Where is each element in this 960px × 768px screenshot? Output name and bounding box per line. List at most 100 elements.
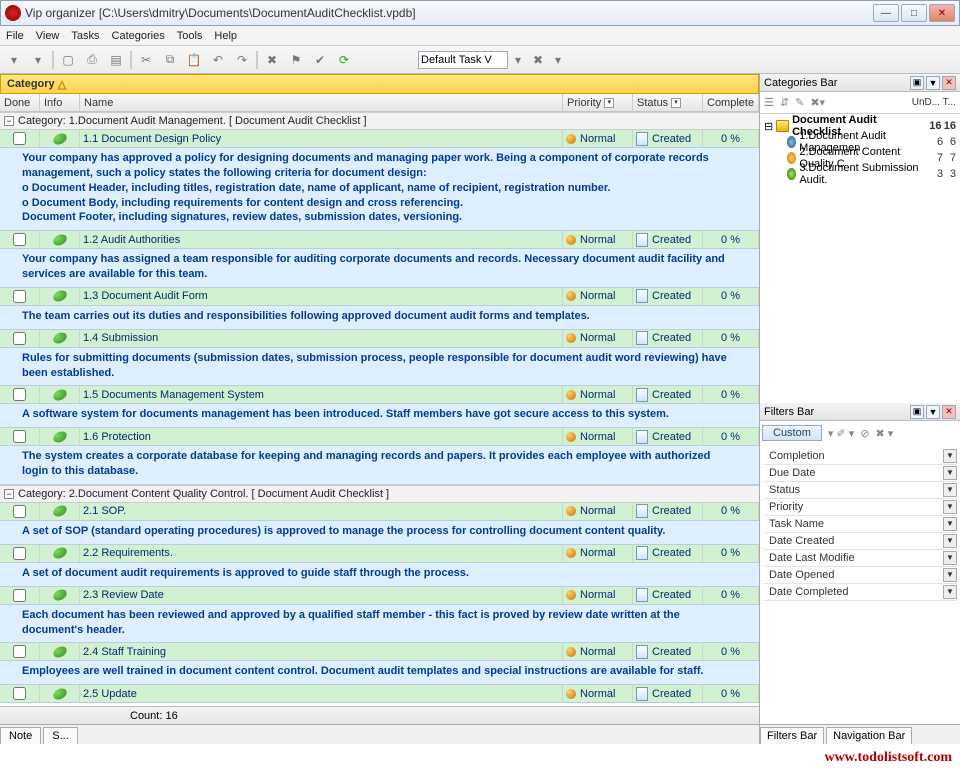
category-group-header[interactable]: Category △ <box>0 74 759 94</box>
tab-note[interactable]: Note <box>0 727 41 744</box>
header-status[interactable]: Status▾ <box>633 94 703 111</box>
print-icon[interactable]: ⎙ <box>82 50 102 70</box>
dropdown-icon[interactable]: ▼ <box>943 483 957 497</box>
done-checkbox[interactable] <box>13 290 26 303</box>
task-row[interactable]: 2.1 SOP.NormalCreated0 % <box>0 503 759 521</box>
header-complete[interactable]: Complete <box>703 94 759 111</box>
panel-collapse-icon[interactable]: ▼ <box>926 405 940 419</box>
task-mode-input[interactable] <box>418 51 508 69</box>
header-info[interactable]: Info <box>40 94 80 111</box>
dropdown-icon[interactable]: ▾ <box>671 98 681 108</box>
task-mode-combo[interactable]: ▾ ✖ ▾ <box>418 50 568 70</box>
dropdown-icon[interactable]: ▼ <box>943 449 957 463</box>
done-checkbox[interactable] <box>13 233 26 246</box>
filter-row[interactable]: Date Created▼ <box>763 533 957 550</box>
done-checkbox[interactable] <box>13 687 26 700</box>
undo-icon[interactable]: ↶ <box>208 50 228 70</box>
filter-row[interactable]: Date Completed▼ <box>763 584 957 601</box>
dropdown-icon[interactable]: ▼ <box>943 500 957 514</box>
filter-apply-icon[interactable]: ▾ ✐ ▾ <box>828 427 854 440</box>
grid-body[interactable]: −Category: 1.Document Audit Management. … <box>0 112 759 706</box>
header-priority[interactable]: Priority▾ <box>563 94 633 111</box>
filter-row[interactable]: Date Opened▼ <box>763 567 957 584</box>
dropdown-icon[interactable]: ▼ <box>943 585 957 599</box>
combo-dropdown-icon[interactable]: ▾ <box>508 50 528 70</box>
menu-categories[interactable]: Categories <box>112 30 165 42</box>
done-checkbox[interactable] <box>13 132 26 145</box>
panel-close-icon[interactable]: ✕ <box>942 76 956 90</box>
done-checkbox[interactable] <box>13 388 26 401</box>
filter-row[interactable]: Status▼ <box>763 482 957 499</box>
clear-icon[interactable]: ✖▾ <box>810 96 825 109</box>
close-button[interactable]: ✕ <box>929 4 955 22</box>
custom-filter-button[interactable]: Custom <box>762 425 822 441</box>
task-row[interactable]: 1.5 Documents Management SystemNormalCre… <box>0 386 759 404</box>
done-checkbox[interactable] <box>13 505 26 518</box>
menu-tools[interactable]: Tools <box>177 30 203 42</box>
done-checkbox[interactable] <box>13 645 26 658</box>
delete-icon[interactable]: ✖ <box>262 50 282 70</box>
hierarchy-icon[interactable]: ⇵ <box>780 96 789 109</box>
task-row[interactable]: 1.1 Document Design PolicyNormalCreated0… <box>0 130 759 148</box>
paste-icon[interactable]: 📋 <box>184 50 204 70</box>
filter-row[interactable]: Task Name▼ <box>763 516 957 533</box>
task-row[interactable]: 1.4 SubmissionNormalCreated0 % <box>0 330 759 348</box>
tab-navigation-bar[interactable]: Navigation Bar <box>826 727 912 744</box>
task-row[interactable]: 2.4 Staff TrainingNormalCreated0 % <box>0 643 759 661</box>
categories-tree[interactable]: ⊟ Document Audit Checklist 16 16 1.Docum… <box>760 114 960 186</box>
refresh-icon[interactable]: ⟳ <box>334 50 354 70</box>
dropdown-icon[interactable]: ▾ <box>604 98 614 108</box>
tab-filters-bar[interactable]: Filters Bar <box>760 727 824 744</box>
filter-row[interactable]: Priority▼ <box>763 499 957 516</box>
combo-more-icon[interactable]: ▾ <box>548 50 568 70</box>
panel-close-icon[interactable]: ✕ <box>942 405 956 419</box>
cut-icon[interactable]: ✂ <box>136 50 156 70</box>
dropdown-icon[interactable]: ▼ <box>943 534 957 548</box>
dropdown-icon[interactable]: ▼ <box>943 466 957 480</box>
filter-icon[interactable]: ✎ <box>795 96 804 109</box>
dropdown-icon[interactable]: ▼ <box>943 551 957 565</box>
check-icon[interactable]: ✔ <box>310 50 330 70</box>
combo-clear-icon[interactable]: ✖ <box>528 50 548 70</box>
expand-icon[interactable]: − <box>4 116 14 126</box>
expand-icon[interactable]: − <box>4 489 14 499</box>
tab-s[interactable]: S... <box>43 727 78 744</box>
maximize-button[interactable]: □ <box>901 4 927 22</box>
task-row[interactable]: 1.6 ProtectionNormalCreated0 % <box>0 428 759 446</box>
filter-row[interactable]: Completion▼ <box>763 448 957 465</box>
filter-clear-icon[interactable]: ⊘ <box>860 427 869 440</box>
task-row[interactable]: 2.5 UpdateNormalCreated0 % <box>0 685 759 703</box>
panel-pin-icon[interactable]: ▣ <box>910 405 924 419</box>
copy-icon[interactable]: ⧉ <box>160 50 180 70</box>
category-row[interactable]: −Category: 2.Document Content Quality Co… <box>0 485 759 503</box>
tree-item[interactable]: 3.Document Submission Audit.33 <box>764 166 956 182</box>
menu-help[interactable]: Help <box>214 30 237 42</box>
category-row[interactable]: −Category: 1.Document Audit Management. … <box>0 112 759 130</box>
redo-icon[interactable]: ↷ <box>232 50 252 70</box>
menu-tasks[interactable]: Tasks <box>71 30 99 42</box>
task-row[interactable]: 1.2 Audit AuthoritiesNormalCreated0 % <box>0 231 759 249</box>
dropdown-icon[interactable]: ▼ <box>943 517 957 531</box>
collapse-icon[interactable]: ⊟ <box>764 120 773 133</box>
task-row[interactable]: 2.3 Review DateNormalCreated0 % <box>0 587 759 605</box>
done-checkbox[interactable] <box>13 430 26 443</box>
header-name[interactable]: Name <box>80 94 563 111</box>
open-icon[interactable]: ▾ <box>28 50 48 70</box>
new-icon[interactable]: ▾ <box>4 50 24 70</box>
tree-icon[interactable]: ☰ <box>764 96 774 109</box>
header-done[interactable]: Done <box>0 94 40 111</box>
task-row[interactable]: 1.3 Document Audit FormNormalCreated0 % <box>0 288 759 306</box>
task-row[interactable]: 2.2 Requirements.NormalCreated0 % <box>0 545 759 563</box>
filter-row[interactable]: Date Last Modifie▼ <box>763 550 957 567</box>
filter-row[interactable]: Due Date▼ <box>763 465 957 482</box>
dropdown-icon[interactable]: ▼ <box>943 568 957 582</box>
menu-file[interactable]: File <box>6 30 24 42</box>
filter-delete-icon[interactable]: ✖ ▾ <box>876 427 894 440</box>
save-icon[interactable]: ▢ <box>58 50 78 70</box>
done-checkbox[interactable] <box>13 589 26 602</box>
done-checkbox[interactable] <box>13 332 26 345</box>
done-checkbox[interactable] <box>13 547 26 560</box>
menu-view[interactable]: View <box>36 30 60 42</box>
minimize-button[interactable]: — <box>873 4 899 22</box>
panel-pin-icon[interactable]: ▣ <box>910 76 924 90</box>
